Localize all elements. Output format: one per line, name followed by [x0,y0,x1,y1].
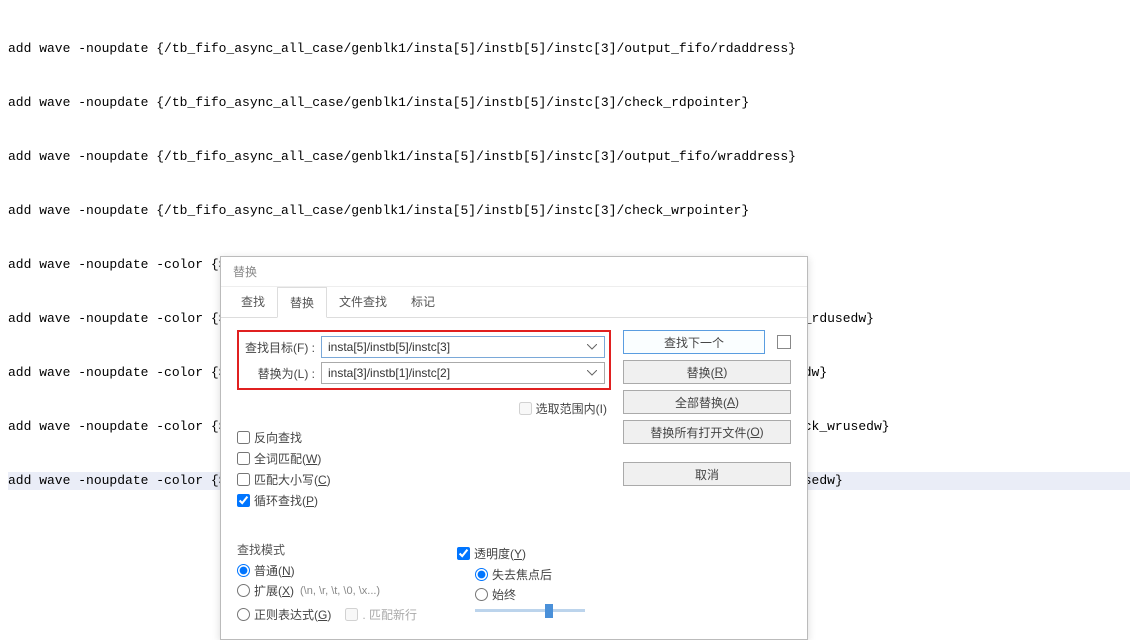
mode-regex-input[interactable] [237,608,250,621]
replace-all-open-button[interactable]: 替换所有打开文件(O) [623,420,791,444]
slider-track[interactable] [475,609,585,612]
trans-on-blur-input[interactable] [475,568,488,581]
code-line: add wave -noupdate {/tb_fifo_async_all_c… [8,148,1130,166]
cancel-button[interactable]: 取消 [623,462,791,486]
tab-replace[interactable]: 替换 [277,287,327,318]
search-mode-group: 查找模式 普通(N) 扩展(X) (\n, \r, \t, \0, \x...)… [237,535,417,627]
reverse-label: 反向查找 [254,429,302,446]
dialog-title: 替换 [221,257,807,287]
transparency-label: 透明度(Y) [474,545,526,562]
transparency-checkbox[interactable]: 透明度(Y) [457,545,585,562]
replace-label: 替换为(L) : [243,365,315,382]
wrap-around-label: 循环查找(P) [254,492,318,509]
chevron-down-icon[interactable] [586,341,598,353]
mode-normal-input[interactable] [237,564,250,577]
tab-find[interactable]: 查找 [229,287,277,317]
transparency-input[interactable] [457,547,470,560]
mode-normal-radio[interactable]: 普通(N) [237,562,417,579]
match-case-check-input[interactable] [237,473,250,486]
trans-on-blur-label: 失去焦点后 [492,566,552,583]
tab-find-in-files[interactable]: 文件查找 [327,287,399,317]
match-newline-checkbox: . 匹配新行 [345,606,417,623]
mode-extended-hint: (\n, \r, \t, \0, \x...) [300,585,380,597]
dialog-tabs: 查找 替换 文件查找 标记 [221,287,807,318]
find-next-button[interactable]: 查找下一个 [623,330,765,354]
in-selection-checkbox[interactable]: 选取范围内(I) [519,400,607,417]
match-newline-input [345,608,358,621]
reverse-checkbox[interactable]: 反向查找 [237,429,611,446]
in-selection-label: 选取范围内(I) [536,400,607,417]
find-next-extra-checkbox[interactable] [777,335,791,349]
trans-on-blur-radio[interactable]: 失去焦点后 [475,566,585,583]
trans-always-label: 始终 [492,586,516,603]
whole-word-label: 全词匹配(W) [254,450,321,467]
replace-input[interactable]: insta[3]/instb[1]/instc[2] [321,362,605,384]
code-line: add wave -noupdate {/tb_fifo_async_all_c… [8,202,1130,220]
slider-thumb[interactable] [545,604,553,618]
code-line: add wave -noupdate {/tb_fifo_async_all_c… [8,40,1130,58]
mode-extended-radio[interactable]: 扩展(X) (\n, \r, \t, \0, \x...) [237,582,417,599]
whole-word-checkbox[interactable]: 全词匹配(W) [237,450,611,467]
match-case-checkbox[interactable]: 匹配大小写(C) [237,471,611,488]
whole-word-check-input[interactable] [237,452,250,465]
transparency-slider[interactable] [475,609,585,612]
wrap-around-check-input[interactable] [237,494,250,507]
find-replace-inputs: 查找目标(F) : insta[5]/instb[5]/instc[3] 替换为… [237,330,611,390]
mode-extended-label: 扩展(X) [254,582,294,599]
reverse-check-input[interactable] [237,431,250,444]
find-input-text: insta[5]/instb[5]/instc[3] [328,340,586,354]
transparency-group: 透明度(Y) 失去焦点后 始终 [457,535,585,627]
tab-mark[interactable]: 标记 [399,287,447,317]
replace-dialog: 替换 查找 替换 文件查找 标记 查找目标(F) : insta[5]/inst… [220,256,808,640]
chevron-down-icon[interactable] [586,367,598,379]
trans-always-radio[interactable]: 始终 [475,586,585,603]
find-label: 查找目标(F) : [243,339,315,356]
match-case-label: 匹配大小写(C) [254,471,331,488]
mode-regex-label: 正则表达式(G) [254,606,331,623]
in-selection-check-input[interactable] [519,402,532,415]
replace-all-button[interactable]: 全部替换(A) [623,390,791,414]
search-mode-title: 查找模式 [237,541,417,558]
mode-regex-radio[interactable]: 正则表达式(G) [237,606,331,623]
match-newline-label: . 匹配新行 [362,606,417,623]
wrap-around-checkbox[interactable]: 循环查找(P) [237,492,611,509]
mode-normal-label: 普通(N) [254,562,295,579]
trans-always-input[interactable] [475,588,488,601]
code-line: add wave -noupdate {/tb_fifo_async_all_c… [8,94,1130,112]
find-input[interactable]: insta[5]/instb[5]/instc[3] [321,336,605,358]
mode-extended-input[interactable] [237,584,250,597]
replace-button[interactable]: 替换(R) [623,360,791,384]
replace-input-text: insta[3]/instb[1]/instc[2] [328,366,586,380]
